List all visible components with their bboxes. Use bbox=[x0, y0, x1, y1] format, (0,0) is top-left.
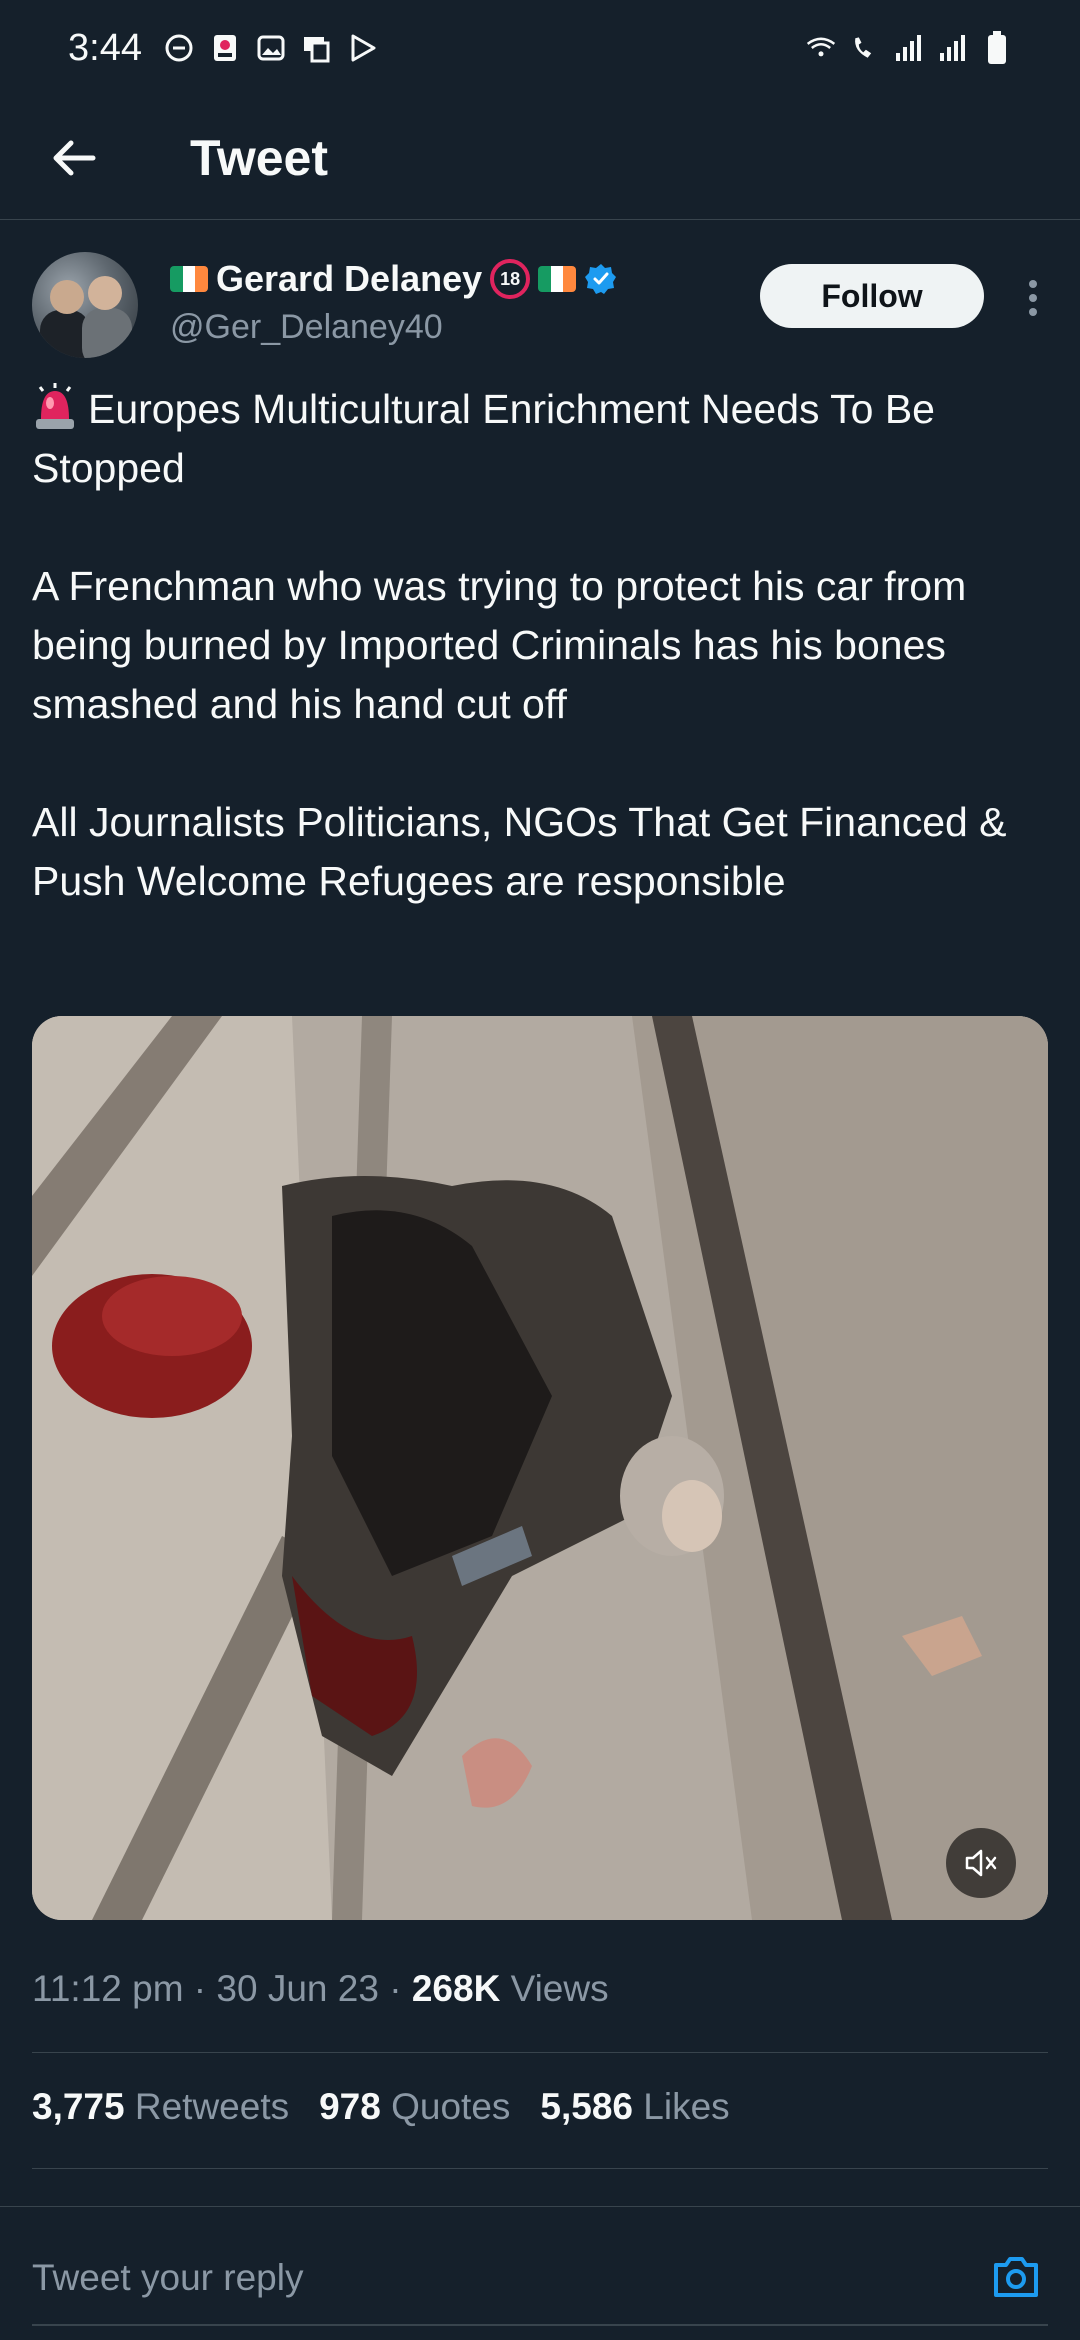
signal-icon-1 bbox=[894, 33, 924, 63]
reply-bar: Tweet your reply bbox=[0, 2206, 1080, 2340]
ireland-flag-icon bbox=[170, 266, 208, 292]
retweets-label: Retweets bbox=[134, 2086, 290, 2127]
more-options-button[interactable] bbox=[1018, 268, 1048, 328]
wifi-calling-icon bbox=[850, 33, 880, 63]
author-name: Gerard Delaney bbox=[216, 258, 483, 299]
app-bar: Tweet bbox=[0, 96, 1080, 220]
volume-muted-icon bbox=[965, 1849, 997, 1877]
views-count: 268K bbox=[411, 1968, 501, 2009]
tweet-paragraph-1-text: Europes Multicultural Enrichment Needs T… bbox=[32, 386, 935, 491]
ireland-flag-icon bbox=[538, 266, 577, 292]
wifi-icon bbox=[806, 33, 836, 63]
tweet-stats: 3,775 Retweets 978 Quotes 5,586 Likes bbox=[32, 2086, 730, 2128]
quotes-label: Quotes bbox=[391, 2086, 511, 2127]
retweets-stat[interactable]: 3,775 Retweets bbox=[32, 2086, 289, 2128]
more-vertical-icon bbox=[1029, 280, 1037, 316]
author-handle: @Ger_Delaney40 bbox=[170, 308, 443, 346]
status-right-icons bbox=[806, 31, 1012, 64]
reply-underline bbox=[32, 2324, 1048, 2326]
screen-mirror-icon bbox=[302, 33, 332, 63]
tweet-date: 30 Jun 23 bbox=[216, 1968, 379, 2009]
divider bbox=[32, 2052, 1048, 2053]
author-name-block[interactable]: Gerard Delaney 18 @Ger_Delaney40 bbox=[170, 258, 618, 347]
tweet-video[interactable] bbox=[32, 1016, 1048, 1920]
tweet-time: 11:12 pm bbox=[32, 1968, 184, 2009]
badge-18-label: 18 bbox=[500, 268, 521, 289]
retweets-count: 3,775 bbox=[32, 2086, 125, 2127]
battery-icon bbox=[982, 31, 1012, 64]
gallery-icon bbox=[256, 33, 286, 63]
tweet-text: Europes Multicultural Enrichment Needs T… bbox=[32, 380, 1052, 911]
mute-button[interactable] bbox=[946, 1828, 1016, 1898]
signal-icon-2 bbox=[938, 33, 968, 63]
reply-input[interactable]: Tweet your reply bbox=[32, 2257, 303, 2299]
status-time: 3:44 bbox=[68, 26, 142, 69]
likes-count: 5,586 bbox=[540, 2086, 634, 2127]
play-store-icon bbox=[348, 33, 378, 63]
quotes-stat[interactable]: 978 Quotes bbox=[319, 2086, 510, 2128]
quotes-count: 978 bbox=[319, 2086, 381, 2127]
tweet-paragraph-1: Europes Multicultural Enrichment Needs T… bbox=[32, 380, 1052, 498]
tweet-meta: 11:12 pm · 30 Jun 23 · 268K Views bbox=[32, 1968, 609, 2009]
arrow-left-icon bbox=[53, 140, 96, 175]
status-left-icons bbox=[164, 33, 378, 63]
views-label: Views bbox=[510, 1968, 609, 2009]
video-frame bbox=[32, 1016, 1048, 1920]
camera-icon[interactable] bbox=[988, 2249, 1044, 2305]
avatar[interactable] bbox=[32, 252, 138, 358]
tweet-paragraph-3: All Journalists Politicians, NGOs That G… bbox=[32, 799, 1007, 904]
no-under-18-icon: 18 bbox=[490, 259, 531, 299]
tweet-author-row: Gerard Delaney 18 @Ger_Delaney40 Follow bbox=[32, 250, 1048, 360]
follow-button[interactable]: Follow bbox=[760, 264, 984, 328]
status-bar: 3:44 bbox=[0, 0, 1080, 96]
police-light-icon bbox=[36, 383, 74, 429]
likes-stat[interactable]: 5,586 Likes bbox=[540, 2086, 729, 2128]
app-notification-icon bbox=[210, 33, 240, 63]
do-not-disturb-icon bbox=[164, 33, 194, 63]
page-title: Tweet bbox=[190, 129, 328, 186]
likes-label: Likes bbox=[643, 2086, 730, 2127]
tweet-paragraph-2: A Frenchman who was trying to protect hi… bbox=[32, 563, 967, 727]
divider bbox=[32, 2168, 1048, 2169]
back-button[interactable] bbox=[24, 108, 124, 208]
verified-badge-icon bbox=[585, 264, 617, 294]
